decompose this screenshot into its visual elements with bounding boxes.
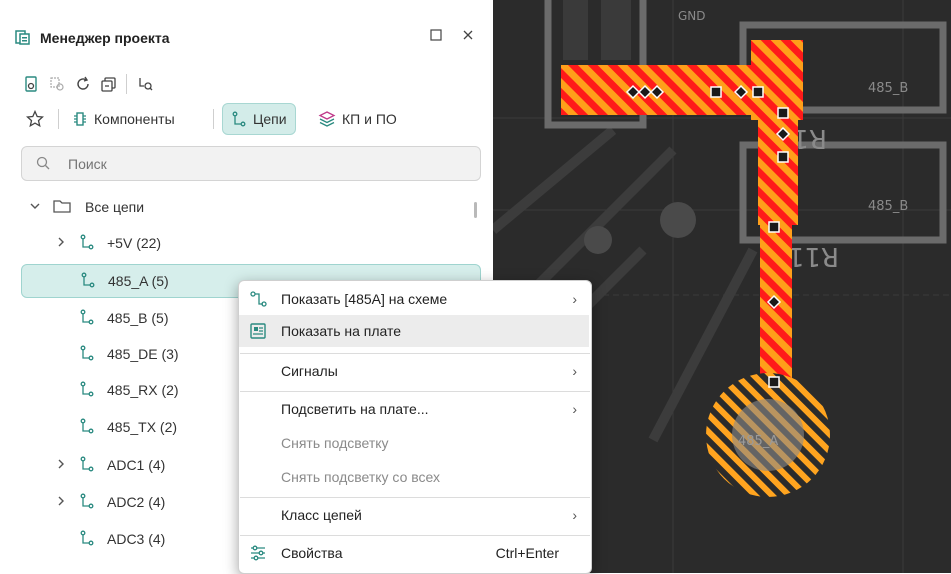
schematic-net-icon: [249, 290, 267, 311]
search-box[interactable]: [21, 146, 481, 181]
tab-pads[interactable]: КП и ПО: [318, 104, 397, 134]
tab-components-label: Компоненты: [94, 111, 175, 127]
net-icon: [79, 530, 95, 549]
board-icon: [249, 322, 267, 343]
net-icon: [79, 381, 95, 400]
properties-sliders-icon: [249, 544, 267, 565]
menu-item-label: Класс цепей: [281, 507, 362, 523]
collapse-icon[interactable]: [100, 75, 118, 93]
tree-item-label: ADC1 (4): [107, 457, 166, 473]
pad-label-gnd: GND: [678, 9, 706, 23]
menu-item-clear-highlight[interactable]: Снять подсветку: [239, 427, 589, 459]
layers-icon: [318, 111, 336, 127]
net-icon: [79, 309, 95, 328]
tab-nets-label: Цепи: [253, 111, 287, 127]
refresh-icon[interactable]: [74, 75, 92, 93]
chevron-right-icon: ›: [572, 291, 577, 307]
tree-root-label: Все цепи: [85, 199, 145, 215]
menu-item-clear-all-highlights[interactable]: Снять подсветку со всех: [239, 461, 589, 493]
tree-item-label: 485_RX (2): [107, 382, 179, 398]
net-icon: [79, 493, 95, 512]
tree-item-label: 485_DE (3): [107, 346, 179, 362]
tree-root[interactable]: Все цепи: [21, 190, 479, 224]
project-manager-icon: [14, 28, 32, 49]
tree-item-label: ADC3 (4): [107, 531, 166, 547]
search-net-icon[interactable]: [136, 75, 154, 93]
search-input[interactable]: [66, 155, 450, 173]
menu-item-label: Подсветить на плате...: [281, 401, 429, 417]
tree-item-label: ADC2 (4): [107, 494, 166, 510]
search-icon: [36, 156, 50, 173]
toolbar-separator: [213, 109, 214, 129]
menu-separator: [240, 353, 590, 354]
menu-item-properties[interactable]: Свойства Ctrl+Enter: [239, 537, 589, 569]
pad-label-485a: 485_A: [738, 434, 778, 449]
chevron-right-icon: ›: [572, 363, 577, 379]
tree-item-label: 485_A (5): [108, 273, 169, 289]
menu-item-highlight-on-board[interactable]: Подсветить на плате... ›: [239, 393, 589, 425]
pad-label-485b-2: 485_B: [868, 199, 908, 214]
folder-icon: [53, 198, 71, 217]
menu-item-show-on-schematic[interactable]: Показать [485A] на схеме ›: [239, 283, 589, 315]
toolbar-separator: [126, 74, 127, 94]
menu-item-net-class[interactable]: Класс цепей ›: [239, 499, 589, 531]
chevron-right-icon: ›: [572, 401, 577, 417]
net-icon: [80, 272, 96, 291]
tree-item-label: +5V (22): [107, 235, 162, 251]
menu-item-label: Свойства: [281, 545, 343, 561]
menu-item-label: Сигналы: [281, 363, 338, 379]
chevron-right-icon[interactable]: [55, 458, 67, 473]
menu-item-signals[interactable]: Сигналы ›: [239, 355, 589, 387]
chevron-down-icon[interactable]: [29, 200, 41, 215]
menu-separator: [240, 391, 590, 392]
menu-item-label: Снять подсветку: [281, 435, 389, 451]
highlighted-net-485a[interactable]: 485_A: [561, 40, 830, 497]
menu-separator: [240, 497, 590, 498]
scrollbar-thumb[interactable]: [474, 202, 477, 218]
menu-item-show-on-board[interactable]: Показать на плате: [239, 315, 589, 347]
toolbar-separator: [58, 109, 59, 129]
net-icon: [79, 456, 95, 475]
net-icon: [79, 345, 95, 364]
tab-nets[interactable]: Цепи: [222, 103, 296, 135]
tree-item[interactable]: +5V (22): [21, 226, 479, 260]
component-icon: [74, 112, 86, 126]
net-icon: [79, 234, 95, 253]
chevron-right-icon: ›: [572, 507, 577, 523]
restore-window-icon[interactable]: [428, 27, 444, 46]
view-document-icon[interactable]: [22, 75, 40, 93]
tab-components[interactable]: Компоненты: [72, 104, 175, 134]
favorites-star-icon[interactable]: [26, 110, 44, 128]
tab-pads-label: КП и ПО: [342, 111, 397, 127]
close-icon[interactable]: [460, 27, 476, 46]
chevron-right-icon[interactable]: [55, 495, 67, 510]
context-menu: Показать [485A] на схеме › Показать на п…: [238, 280, 592, 574]
tree-item-label: 485_B (5): [107, 310, 169, 326]
menu-item-label: Снять подсветку со всех: [281, 469, 441, 485]
net-icon: [79, 418, 95, 437]
menu-separator: [240, 535, 590, 536]
menu-item-label: Показать на плате: [281, 323, 402, 339]
chevron-right-icon[interactable]: [55, 236, 67, 251]
panel-title: Менеджер проекта: [40, 30, 170, 46]
net-icon: [232, 111, 246, 127]
pad-label-485b: 485_B: [868, 81, 908, 96]
tree-item-label: 485_TX (2): [107, 419, 178, 435]
menu-item-shortcut: Ctrl+Enter: [495, 545, 559, 561]
menu-item-label: Показать [485A] на схеме: [281, 291, 448, 307]
filter-view-icon[interactable]: [48, 75, 66, 93]
